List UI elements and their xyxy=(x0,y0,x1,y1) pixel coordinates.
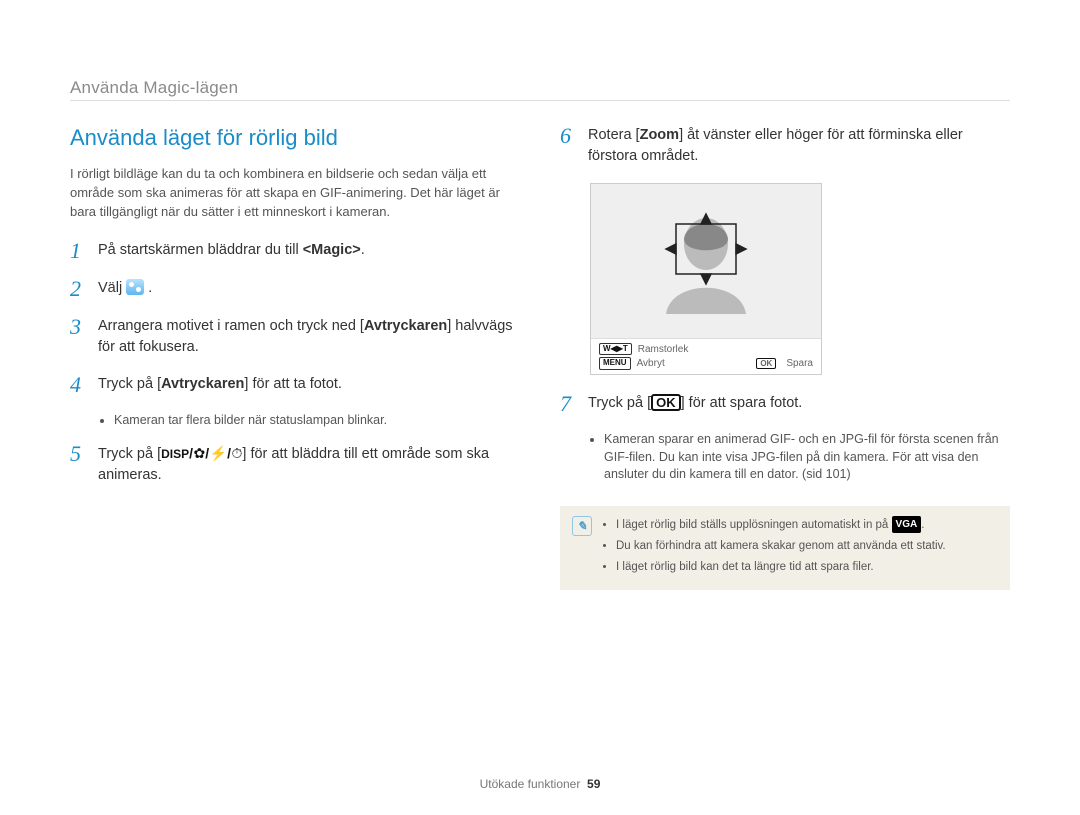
disp-icon: DISP xyxy=(161,447,189,461)
step-4-sub: Kameran tar flera bilder när statuslampa… xyxy=(100,412,520,430)
left-column: Använda läget för rörlig bild I rörligt … xyxy=(70,125,520,590)
preview-illustration xyxy=(591,184,821,338)
save-label: Spara xyxy=(786,358,813,369)
step-5: 5 Tryck på [DISP/✿/⚡/⏱] för att bläddra … xyxy=(70,443,520,486)
macro-icon: ✿ xyxy=(194,445,206,461)
step-7: 7 Tryck på [OK] för att spara fotot. xyxy=(560,393,1010,415)
bullet: Kameran sparar en animerad GIF- och en J… xyxy=(604,431,1010,484)
text: Rotera [ xyxy=(588,127,640,143)
text: Tryck på [ xyxy=(98,446,161,462)
strong: Zoom xyxy=(640,127,679,143)
section-heading: Använda läget för rörlig bild xyxy=(70,125,520,151)
step-number: 4 xyxy=(70,374,88,396)
camera-preview: W◀▶T Ramstorlek MENU Avbryt OK Spara xyxy=(590,183,822,375)
menu-badge-icon: MENU xyxy=(599,357,631,369)
step-number: 5 xyxy=(70,443,88,486)
motion-photo-mode-icon xyxy=(126,279,144,295)
step-body: Tryck på [DISP/✿/⚡/⏱] för att bläddra ti… xyxy=(98,443,520,486)
preview-line-2: MENU Avbryt OK Spara xyxy=(599,357,813,369)
step-4: 4 Tryck på [Avtryckaren] för att ta foto… xyxy=(70,374,520,396)
step-body: Arrangera motivet i ramen och tryck ned … xyxy=(98,316,520,358)
intro-paragraph: I rörligt bildläge kan du ta och kombine… xyxy=(70,165,520,222)
step-number: 6 xyxy=(560,125,578,167)
page-footer: Utökade funktioner 59 xyxy=(0,777,1080,791)
page: Använda Magic-lägen Använda läget för rö… xyxy=(0,0,1080,815)
page-number: 59 xyxy=(587,777,600,791)
text: ] för att ta fotot. xyxy=(244,376,342,392)
strong: <Magic> xyxy=(303,242,361,258)
text: . xyxy=(921,519,924,531)
text: ] för att spara fotot. xyxy=(681,395,803,411)
step-body: Välj . xyxy=(98,278,520,300)
strong: Avtryckaren xyxy=(364,318,447,334)
vga-icon: VGA xyxy=(892,516,922,533)
text: På startskärmen bläddrar du till xyxy=(98,242,303,258)
step-6: 6 Rotera [Zoom] åt vänster eller höger f… xyxy=(560,125,1010,167)
note-icon: ✎ xyxy=(572,516,592,536)
step-number: 7 xyxy=(560,393,578,415)
frame-size-label: Ramstorlek xyxy=(638,344,689,355)
note-item: I läget rörlig bild ställs upplösningen … xyxy=(616,516,946,534)
step-number: 1 xyxy=(70,240,88,262)
cancel-label: Avbryt xyxy=(637,358,665,369)
step-7-sub: Kameran sparar en animerad GIF- och en J… xyxy=(590,431,1010,484)
ok-badge-icon: OK xyxy=(756,358,776,369)
text: Tryck på [ xyxy=(98,376,161,392)
note-item: I läget rörlig bild kan det ta längre ti… xyxy=(616,559,946,576)
note-panel: ✎ I läget rörlig bild ställs upplösninge… xyxy=(560,506,1010,591)
content-columns: Använda läget för rörlig bild I rörligt … xyxy=(70,125,1010,590)
step-body: Rotera [Zoom] åt vänster eller höger för… xyxy=(588,125,1010,167)
text: Välj xyxy=(98,280,126,296)
zoom-badge-icon: W◀▶T xyxy=(599,343,632,355)
step-body: Tryck på [Avtryckaren] för att ta fotot. xyxy=(98,374,520,396)
note-list: I läget rörlig bild ställs upplösningen … xyxy=(602,516,946,581)
ok-button-icon: OK xyxy=(651,394,681,411)
step-3: 3 Arrangera motivet i ramen och tryck ne… xyxy=(70,316,520,358)
preview-line-1: W◀▶T Ramstorlek xyxy=(599,343,813,355)
step-2: 2 Välj . xyxy=(70,278,520,300)
step-body: På startskärmen bläddrar du till <Magic>… xyxy=(98,240,520,262)
step-1: 1 På startskärmen bläddrar du till <Magi… xyxy=(70,240,520,262)
text: Tryck på [ xyxy=(588,395,651,411)
breadcrumb: Använda Magic-lägen xyxy=(70,78,238,98)
preview-statusbar: W◀▶T Ramstorlek MENU Avbryt OK Spara xyxy=(591,338,821,374)
flash-icon: ⚡ xyxy=(210,445,227,461)
footer-section: Utökade funktioner xyxy=(480,777,581,791)
text: . xyxy=(361,242,365,258)
step-number: 3 xyxy=(70,316,88,358)
note-icon-wrap: ✎ xyxy=(572,516,592,581)
right-column: 6 Rotera [Zoom] åt vänster eller höger f… xyxy=(560,125,1010,590)
step-body: Tryck på [OK] för att spara fotot. xyxy=(588,393,1010,415)
header-rule xyxy=(70,100,1010,101)
timer-icon: ⏱ xyxy=(231,445,242,461)
strong: Avtryckaren xyxy=(161,376,244,392)
text: Arrangera motivet i ramen och tryck ned … xyxy=(98,318,364,334)
bullet: Kameran tar flera bilder när statuslampa… xyxy=(114,412,520,430)
preview-image xyxy=(591,184,821,338)
note-item: Du kan förhindra att kamera skakar genom… xyxy=(616,538,946,555)
step-number: 2 xyxy=(70,278,88,300)
text: I läget rörlig bild ställs upplösningen … xyxy=(616,519,892,531)
